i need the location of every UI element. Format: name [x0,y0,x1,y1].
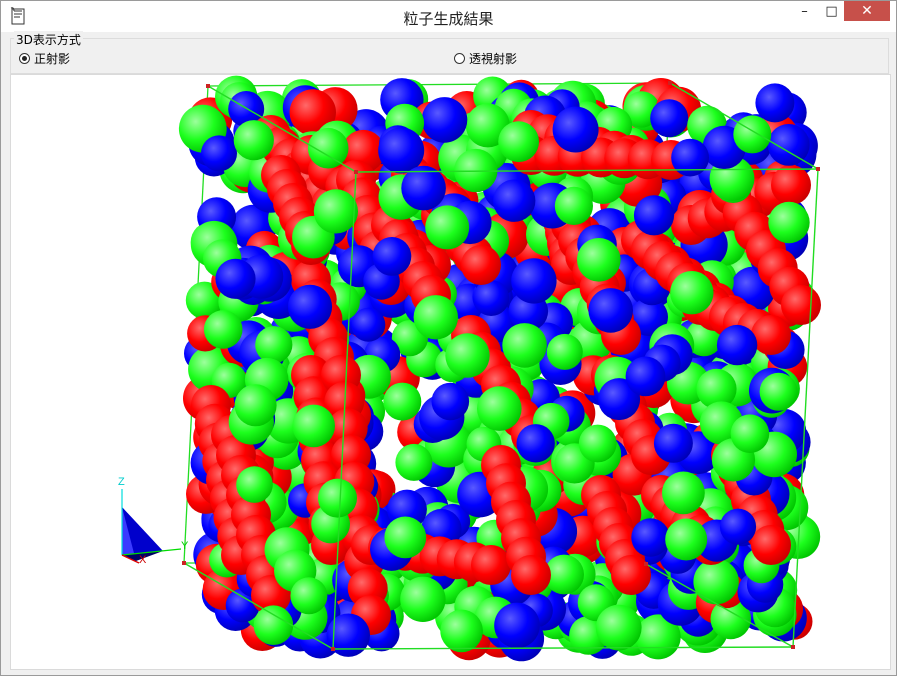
particle-blue [516,424,555,463]
window-title: 粒子生成結果 [403,10,494,28]
particle-green [445,333,490,378]
particle-blue [631,518,670,557]
particle-red [751,525,791,565]
particle-blue [671,138,709,177]
particle-blue [494,602,540,649]
view-mode-group [10,38,889,74]
particle-green [203,310,243,349]
particle-blue [351,307,386,342]
particle-blue [401,165,446,211]
title-bar[interactable]: 粒子生成結果 – □ ✕ [1,1,896,32]
particle-green [395,443,433,481]
application-window: 粒子生成結果 – □ ✕ 3D表示方式 正射影 透視射影 Z Y X [0,0,897,676]
box-vertex [331,647,335,651]
particle-green [498,121,539,163]
particle-blue [767,124,810,166]
particle-blue [511,258,557,304]
particle-green [730,414,770,454]
particle-red [461,245,501,285]
box-vertex [354,170,358,174]
particle-green [554,186,594,225]
particle-green [759,372,798,411]
particle-blue [201,135,237,172]
particle-blue [625,356,666,397]
y-axis-label: Y [181,540,189,552]
particle-blue [421,97,468,143]
perspective-radio[interactable]: 透視射影 [454,50,517,67]
box-vertex [644,562,648,566]
particle-green [400,576,446,622]
particle-green [384,516,427,559]
particle-blue [755,83,795,123]
box-vertex [816,167,820,171]
box-edge-front [332,646,794,650]
particle-blue [287,284,333,329]
particle-green [383,382,422,421]
particle-red [611,555,651,595]
particle-green [255,326,293,364]
orthographic-label: 正射影 [34,52,71,66]
orthographic-radio[interactable]: 正射影 [19,50,70,67]
particle-blue [552,106,599,153]
particle-blue [215,258,256,299]
particle-red [781,285,821,325]
3d-viewport[interactable]: Z Y X [10,74,891,670]
particle-blue [719,508,757,545]
particle-green [578,424,617,463]
particle-green [236,466,273,503]
radio-unselected-icon[interactable] [454,53,465,64]
particle-blue [493,179,536,222]
particle-blue [473,280,510,316]
particle-green [595,604,642,651]
perspective-label: 透視射影 [469,52,518,66]
particle-green [290,577,328,615]
particle-green [413,295,458,340]
particle-scene[interactable]: Z Y X [11,75,890,669]
particle-green [546,333,583,370]
particle-green [292,404,336,448]
particle-green [313,189,358,234]
particle-red [471,545,511,585]
particle-red [511,555,551,595]
particle-blue [588,288,633,333]
box-vertex [206,84,210,88]
particle-green [234,384,277,427]
particle-blue [633,195,675,236]
particle-blue [378,127,425,174]
box-vertex [668,81,672,85]
particle-blue [650,99,689,138]
x-axis-label: X [139,554,147,566]
particle-blue [372,237,412,276]
box-vertex [791,645,795,649]
particle-blue [716,324,758,366]
particle-green [577,238,621,282]
particle-green [665,518,708,561]
particle-green [733,115,772,154]
particle-green [440,609,483,653]
particle-red [771,165,811,205]
particle-green [233,120,274,161]
particle-blue [431,382,470,421]
z-axis-label: Z [118,476,125,488]
minimize-button[interactable]: – [791,1,818,21]
particle-green [253,605,294,645]
radio-selected-icon[interactable] [19,53,30,64]
particle-green [670,271,714,315]
axis-triad: Z Y X [118,476,189,566]
particle-green [477,386,522,431]
maximize-button[interactable]: □ [818,1,845,21]
particle-green [768,201,810,244]
particle-green [662,471,705,515]
particle-blue [653,423,693,463]
particle-green [693,558,739,605]
box-vertex [182,561,186,565]
particle-green [318,478,357,518]
particle-cloud [178,75,821,662]
close-button[interactable]: ✕ [844,1,890,21]
view-mode-group-label: 3D表示方式 [14,31,83,48]
box-edge-back [207,82,671,87]
particle-red [751,315,791,355]
particle-green [425,205,470,250]
particle-green [502,323,547,368]
